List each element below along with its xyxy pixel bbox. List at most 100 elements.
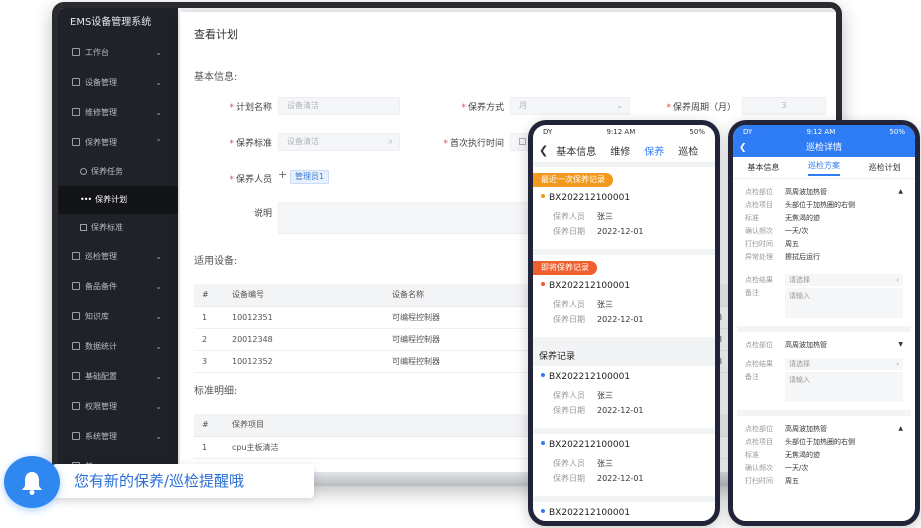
inspection-card: 点检部位 高周波加热管 ▲ 点检项目 头部位于加热圈的右侧 标准 无焦渴的迹 确认频次 一… (737, 185, 911, 332)
result-select[interactable]: 请选择 › (785, 273, 903, 286)
caret-up-icon[interactable]: ▲ (898, 425, 903, 432)
kv-key: 点检结果 (745, 359, 773, 368)
kv-key: 异常处理 (745, 252, 773, 261)
device-icon (72, 78, 80, 86)
tab-inspection-plan[interactable]: 巡检方案 (807, 160, 840, 176)
table-cell: 10012352 (224, 350, 384, 373)
sidebar: EMS设备管理系统 工作台 ⌄ 设备管理 ⌄ 维修管理 ⌄ 保养管理 ⌃ 保养任务 ••… (58, 8, 178, 474)
tab-maintenance[interactable]: 保养 (644, 143, 664, 158)
chart-icon (72, 342, 80, 350)
dot-icon (541, 282, 545, 286)
task-icon (80, 168, 87, 175)
table-header: # (194, 284, 224, 307)
sidebar-item-workbench[interactable]: 工作台 ⌄ (58, 38, 178, 68)
wrench-icon (72, 108, 80, 116)
tab-inspection-schedule[interactable]: 巡检计划 (869, 162, 901, 173)
list-item[interactable]: BX202212100001 保养人员 张三 保养日期 2022-12-01 (533, 366, 715, 434)
sidebar-item-label: 维修管理 (85, 108, 117, 117)
chevron-up-icon: ⌃ (155, 138, 162, 147)
list-item[interactable]: BX202212100001 (533, 502, 715, 521)
sidebar-item-maintenance[interactable]: 保养管理 ⌃ (58, 128, 178, 158)
plan-name-input[interactable]: 设备清洁 (278, 97, 400, 115)
back-icon[interactable]: ❮ (739, 139, 747, 157)
sidebar-item-system[interactable]: 系统管理 ⌄ (58, 422, 178, 452)
upcoming-badge: 即将保养记录 (533, 261, 597, 275)
sidebar-sub-task[interactable]: 保养任务 (58, 158, 178, 186)
standard-label: * 保养标准 (229, 139, 272, 149)
sidebar-item-devices[interactable]: 设备管理 ⌄ (58, 68, 178, 98)
sidebar-item-label: 保养管理 (85, 138, 117, 147)
sidebar-item-knowledge[interactable]: 知识库 ⌄ (58, 302, 178, 332)
bell-icon[interactable] (4, 456, 60, 508)
select-placeholder: 请选择 (789, 359, 810, 368)
book-icon (72, 312, 80, 320)
battery: 50% (889, 128, 905, 136)
tab-basic-info[interactable]: 基本信息 (747, 162, 779, 173)
record-key: 保养人员 (553, 459, 585, 468)
method-select[interactable]: 月 ⌄ (510, 97, 630, 115)
calendar-icon (519, 138, 526, 145)
record-key: 保养日期 (553, 474, 585, 483)
kv-value: 一天/次 (785, 226, 809, 235)
modal-title: 查看计划 (194, 28, 238, 41)
status-time: 9:12 AM (606, 128, 636, 136)
dots-icon: ••• (80, 195, 92, 204)
sidebar-sub-standard[interactable]: 保养标准 (58, 214, 178, 242)
note-textarea[interactable]: 请输入 (785, 288, 903, 318)
table-cell: 1 (194, 306, 224, 329)
sidebar-sub-label: 保养任务 (91, 167, 123, 176)
kv-key: 打扫时间 (745, 476, 773, 485)
dot-icon (541, 441, 545, 445)
kv-value: 无焦渴的迹 (785, 450, 820, 459)
table-cell: 1 (194, 436, 224, 459)
phone1-tabs: ❮ 基本信息 维修 保养 巡检 (533, 139, 715, 163)
sidebar-item-label: 数据统计 (85, 342, 117, 351)
standard-input[interactable]: 设备清洁 ⌕ (278, 133, 400, 151)
sidebar-item-permissions[interactable]: 权限管理 ⌄ (58, 392, 178, 422)
kv-value: 高周波加热管 (785, 187, 827, 196)
kv-key: 备注 (745, 373, 759, 381)
kv-key: 备注 (745, 289, 759, 297)
phone2-header: DY 9:12 AM 50% ❮ 巡检详情 (733, 125, 915, 157)
tab-basic-info[interactable]: 基本信息 (556, 143, 596, 158)
phone-maintenance: DY 9:12 AM 50% ❮ 基本信息 维修 保养 巡检 最近一次保养记录 … (528, 120, 720, 526)
add-person-icon[interactable]: + (278, 168, 287, 181)
cycle-input[interactable]: 3 (742, 97, 826, 115)
status-bar: DY 9:12 AM 50% (533, 125, 715, 139)
carrier: DY (743, 128, 753, 136)
caret-up-icon[interactable]: ▲ (898, 188, 903, 195)
notification-text: 您有新的保养/巡检提醒哦 (52, 464, 314, 498)
sidebar-item-stats[interactable]: 数据统计 ⌄ (58, 332, 178, 362)
chevron-down-icon: ⌄ (155, 252, 162, 261)
caret-down-icon[interactable]: ▼ (898, 341, 903, 348)
phone2-tabs: 基本信息 巡检方案 巡检计划 (733, 157, 915, 179)
last-record-badge: 最近一次保养记录 (533, 173, 613, 187)
list-item[interactable]: BX202212100001 保养人员 张三 保养日期 2022-12-01 (533, 275, 715, 343)
record-no: BX202212100001 (549, 372, 631, 382)
notification[interactable]: 您有新的保养/巡检提醒哦 (4, 456, 314, 508)
list-item[interactable]: BX202212100001 保养人员 张三 保养日期 2022-12-01 (533, 187, 715, 255)
config-icon (72, 372, 80, 380)
sidebar-item-inspection[interactable]: 巡检管理 ⌄ (58, 242, 178, 272)
sidebar-sub-plan[interactable]: ••• 保养计划 (58, 186, 178, 214)
kv-value: 高周波加热管 (785, 340, 827, 349)
sidebar-item-repair[interactable]: 维修管理 ⌄ (58, 98, 178, 128)
note-textarea[interactable]: 请输入 (785, 372, 903, 402)
result-select[interactable]: 请选择 › (785, 357, 903, 370)
stage: EMS设备管理系统 工作台 ⌄ 设备管理 ⌄ 维修管理 ⌄ 保养管理 ⌃ 保养任务 ••… (0, 0, 921, 528)
tab-inspection[interactable]: 巡检 (678, 143, 698, 158)
list-item[interactable]: BX202212100001 保养人员 张三 保养日期 2022-12-01 (533, 434, 715, 502)
sidebar-item-config[interactable]: 基础配置 ⌄ (58, 362, 178, 392)
briefcase-icon (72, 138, 80, 146)
record-value: 张三 (597, 212, 613, 221)
kv-value: 头部位于加热圈的右侧 (785, 200, 855, 209)
chevron-down-icon: ⌄ (155, 342, 162, 351)
record-no: BX202212100001 (549, 508, 631, 518)
kv-value: 周五 (785, 239, 799, 248)
tab-repair[interactable]: 维修 (610, 143, 630, 158)
sidebar-item-spares[interactable]: 备品备件 ⌄ (58, 272, 178, 302)
inspection-card: 点检部位 高周波加热管 ▼ 点检结果 请选择 › 备注 请输入 (737, 338, 911, 416)
laptop-frame: EMS设备管理系统 工作台 ⌄ 设备管理 ⌄ 维修管理 ⌄ 保养管理 ⌃ 保养任务 ••… (52, 2, 842, 486)
back-icon[interactable]: ❮ (539, 144, 548, 157)
kv-key: 确认频次 (745, 226, 773, 235)
